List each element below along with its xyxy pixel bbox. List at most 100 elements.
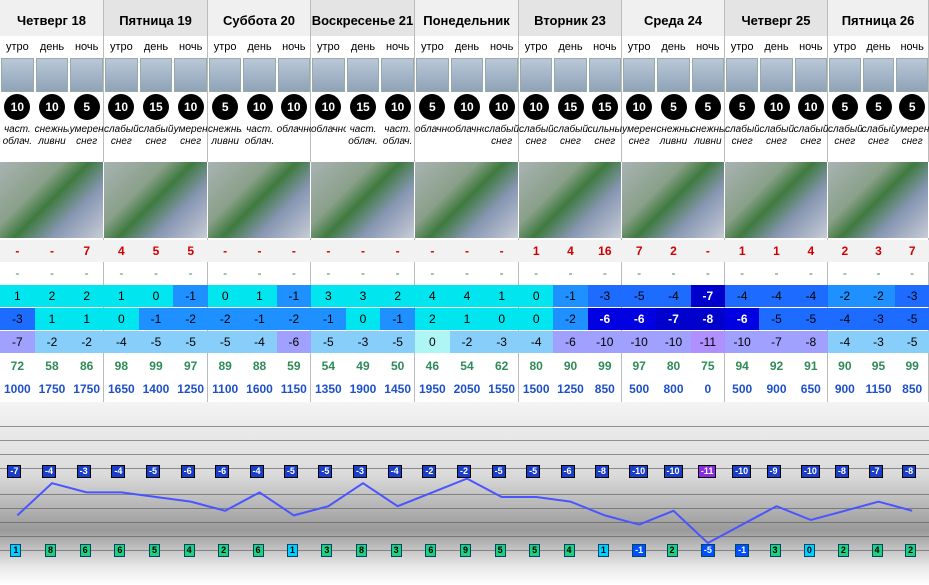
- chart-lower-label: 3: [390, 544, 402, 557]
- day-header[interactable]: Среда 24: [622, 0, 725, 36]
- day-header[interactable]: Суббота 20: [208, 0, 311, 36]
- snow-cm: -: [223, 266, 228, 280]
- condition-label: облачно: [415, 124, 450, 135]
- snow-icon: [726, 58, 759, 92]
- snowline: 1950: [418, 382, 446, 396]
- condition-label: слабый снег: [104, 124, 139, 147]
- humidity: 99: [905, 359, 919, 373]
- snow-icon: [105, 58, 138, 92]
- moon-icon: [691, 58, 724, 92]
- humidity: 99: [149, 359, 163, 373]
- temp-feels: -2: [69, 331, 104, 353]
- precip-map[interactable]: [104, 162, 208, 238]
- forecast-table: Четверг 18 Пятница 19 Суббота 20 Воскресень…: [0, 0, 929, 585]
- snowline: 1250: [177, 382, 204, 396]
- temp-feels: -2: [449, 331, 485, 353]
- chart-upper-label: -10: [732, 465, 752, 478]
- day-header[interactable]: Воскресенье 21: [311, 0, 415, 36]
- humidity: 72: [10, 359, 24, 373]
- temp-feels: -5: [208, 331, 243, 353]
- humidity: 91: [804, 359, 818, 373]
- day-header[interactable]: Четверг 18: [0, 0, 104, 36]
- wind-speed: 10: [4, 94, 31, 120]
- snowline: 1900: [349, 382, 377, 396]
- humidity: 80: [666, 359, 681, 373]
- precip-map[interactable]: [311, 162, 415, 238]
- precip-mm: 1: [519, 240, 554, 262]
- precip-map[interactable]: [725, 162, 828, 238]
- chart-lower-label: 2: [666, 544, 678, 557]
- precip-map[interactable]: [0, 162, 104, 238]
- condition-label: умерен снег: [173, 124, 208, 147]
- daypart-label: ночь: [900, 41, 924, 53]
- day-header[interactable]: Понедельник 22: [415, 0, 519, 70]
- daypart-label: утро: [213, 41, 237, 53]
- precip-mm: 7: [895, 240, 929, 262]
- snow-cm: -: [291, 266, 296, 280]
- chart-lower-label: 8: [356, 544, 368, 557]
- precip-mm: 4: [793, 240, 828, 262]
- temp-feels: -3: [345, 331, 381, 353]
- snow-cm: -: [395, 266, 400, 280]
- wind-speed: 10: [626, 94, 653, 120]
- daypart-label: утро: [316, 41, 340, 53]
- chart-lower-label: 1: [10, 544, 22, 557]
- precip-mm: -: [345, 240, 381, 262]
- temp-morning: -7: [690, 285, 725, 307]
- snowline: 900: [834, 382, 855, 396]
- wind-speed: 10: [246, 94, 273, 120]
- temp-day: -1: [380, 308, 415, 330]
- cloud-icon: [416, 58, 449, 92]
- snowline: 1750: [38, 382, 66, 396]
- precip-map[interactable]: [415, 162, 519, 238]
- temp-day: -1: [242, 308, 277, 330]
- temp-morning: 1: [104, 285, 139, 307]
- daypart-label: ночь: [799, 41, 823, 53]
- day-header[interactable]: Пятница 19: [104, 0, 208, 36]
- temp-feels: -5: [895, 331, 929, 353]
- precip-map[interactable]: [519, 162, 622, 238]
- temp-feels: -8: [793, 331, 828, 353]
- temp-day: 0: [104, 308, 139, 330]
- daypart-label: день: [558, 41, 583, 53]
- chart-upper-label: -2: [457, 465, 472, 478]
- precip-map[interactable]: [208, 162, 311, 238]
- cloud-night-icon: [277, 58, 310, 92]
- chart-upper-label: -6: [560, 465, 575, 478]
- wind-speed: 10: [488, 94, 515, 120]
- snow-cm: -: [740, 266, 745, 280]
- snowline: 1600: [246, 382, 273, 396]
- snowline: 1150: [865, 382, 892, 396]
- temp-feels: -3: [484, 331, 519, 353]
- day-header[interactable]: Пятница 26: [828, 0, 929, 36]
- humidity: 50: [390, 359, 405, 373]
- wind-speed: 15: [557, 94, 584, 120]
- precip-map[interactable]: [828, 162, 929, 238]
- day-header[interactable]: Вторник 23: [519, 0, 622, 36]
- temp-day: -6: [622, 308, 657, 330]
- sun-cloud-icon: [346, 58, 380, 92]
- temp-morning: 3: [311, 285, 346, 307]
- snow-night-icon: [896, 58, 928, 92]
- temp-morning: -4: [656, 285, 691, 307]
- precip-mm: -: [380, 240, 415, 262]
- snow-cm: -: [153, 266, 158, 280]
- temp-morning: 1: [484, 285, 519, 307]
- temp-feels: -10: [622, 331, 657, 353]
- temp-day: -1: [138, 308, 174, 330]
- temp-feels: -5: [311, 331, 346, 353]
- cloud-icon: [450, 58, 484, 92]
- temp-morning: 1: [0, 285, 35, 307]
- chart-upper-label: -10: [800, 465, 820, 478]
- precip-mm: -: [0, 240, 35, 262]
- precip-map[interactable]: [622, 162, 725, 238]
- snowline: 1450: [384, 382, 411, 396]
- chart-upper-label: -8: [902, 465, 917, 478]
- temp-morning: -2: [828, 285, 862, 307]
- wind-speed: 5: [729, 94, 756, 120]
- condition-label: слабый снег: [793, 124, 828, 147]
- snowline: 1250: [557, 382, 584, 396]
- day-header[interactable]: Четверг 25: [725, 0, 828, 36]
- precip-mm: -: [311, 240, 346, 262]
- snow-cm: -: [602, 266, 607, 280]
